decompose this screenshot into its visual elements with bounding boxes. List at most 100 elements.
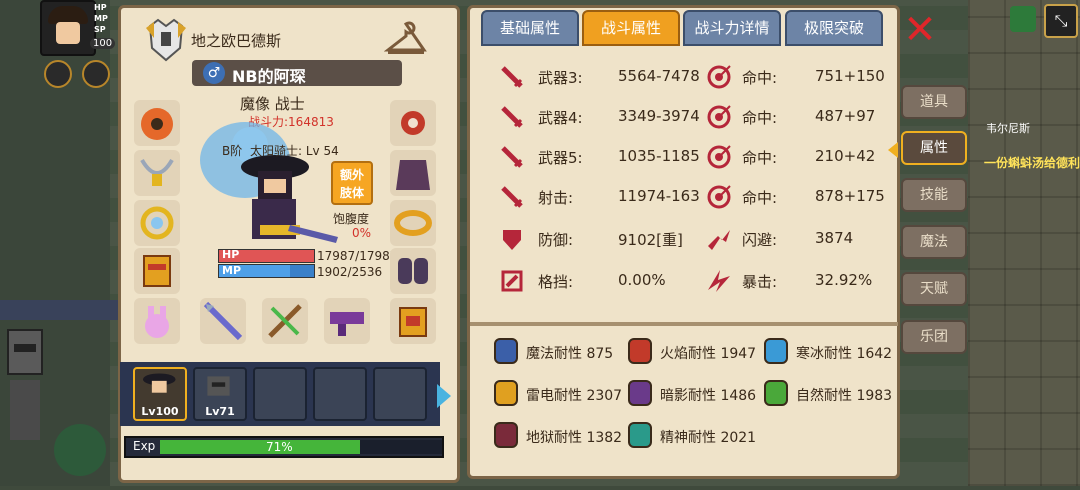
party-next-arrow-icon[interactable] bbox=[437, 384, 451, 408]
equip-slot-belt[interactable] bbox=[390, 200, 436, 246]
gender-male-icon: ♂ bbox=[203, 62, 225, 84]
stat-label: 武器4: bbox=[538, 109, 583, 127]
magic-resist-icon bbox=[494, 338, 518, 364]
extra-limb-label-1: 额外 bbox=[339, 168, 364, 182]
swirl-ring-icon bbox=[140, 206, 174, 240]
equip-slot-necklace[interactable] bbox=[134, 150, 180, 196]
party-slot-1[interactable]: Lv100 bbox=[133, 367, 187, 421]
map-name: 地之欧巴德斯 bbox=[191, 32, 282, 50]
party-slot-2[interactable]: Lv71 bbox=[193, 367, 247, 421]
equip-slot-weapon-1[interactable] bbox=[200, 298, 246, 344]
equip-slot-armor[interactable] bbox=[134, 248, 180, 294]
stat-value: 3349-3974 bbox=[618, 107, 700, 125]
tab-combat-attributes[interactable]: 战斗属性 bbox=[582, 10, 680, 46]
ice-resist-icon bbox=[764, 338, 788, 364]
blue-sword-icon bbox=[203, 301, 243, 341]
close-icon[interactable]: ✕ bbox=[900, 10, 940, 50]
sword-icon bbox=[499, 184, 525, 210]
equip-slot-pet[interactable] bbox=[134, 298, 180, 344]
equip-slot-emblem[interactable] bbox=[390, 100, 436, 146]
stat-value: 3874 bbox=[815, 229, 854, 247]
hud-level: 100 bbox=[90, 38, 116, 49]
game-world-grid bbox=[968, 0, 1080, 486]
stat-value: 0.00% bbox=[618, 271, 666, 289]
hud-hp-label: HP bbox=[94, 3, 107, 12]
hero-portrait-icon bbox=[142, 373, 176, 393]
dark-gloves-icon bbox=[398, 258, 428, 284]
robot-portrait-icon bbox=[207, 376, 230, 396]
character-name: NB的阿琛 bbox=[232, 67, 306, 86]
side-tab-skills[interactable]: 技能 bbox=[901, 178, 967, 212]
hp-value: 17987/17987 bbox=[317, 249, 398, 263]
wardrobe-hanger-icon[interactable] bbox=[384, 20, 428, 60]
side-tab-attributes[interactable]: 属性 bbox=[901, 131, 967, 165]
character-class: 魔像 战士 bbox=[240, 95, 305, 113]
equip-slot-boots[interactable] bbox=[390, 298, 436, 344]
red-emblem-icon bbox=[401, 111, 425, 135]
resist-value: 精神耐性 2021 bbox=[660, 430, 757, 446]
party-slot-3[interactable] bbox=[253, 367, 307, 421]
lightning-resist-icon bbox=[494, 380, 518, 406]
hell-resist-icon bbox=[494, 422, 518, 448]
equip-slot-ring[interactable] bbox=[134, 200, 180, 246]
stat-value: 751+150 bbox=[815, 67, 885, 85]
stat-value: 11974-163 bbox=[618, 187, 700, 205]
stat-label: 命中: bbox=[742, 109, 778, 127]
party-slot-4[interactable] bbox=[313, 367, 367, 421]
block-icon bbox=[499, 268, 525, 294]
stat-value: 32.92% bbox=[815, 271, 873, 289]
side-tab-band[interactable]: 乐团 bbox=[901, 320, 967, 354]
buff-icon[interactable] bbox=[44, 60, 72, 88]
dark-cape-icon bbox=[396, 160, 430, 190]
resist-value: 寒冰耐性 1642 bbox=[796, 346, 893, 362]
shadow-resist-icon bbox=[628, 380, 652, 406]
mp-bar-label: MP bbox=[222, 264, 242, 277]
satiety-value: 0% bbox=[352, 226, 372, 240]
satiety-label: 饱腹度 bbox=[333, 212, 370, 226]
pink-bunny-icon bbox=[145, 306, 169, 338]
gold-belt-icon bbox=[394, 210, 432, 236]
character-sprite bbox=[200, 122, 338, 243]
stat-value: 5564-7478 bbox=[618, 67, 700, 85]
target-icon bbox=[706, 144, 732, 170]
tab-power-details[interactable]: 战斗力详情 bbox=[683, 10, 781, 46]
stat-label: 暴击: bbox=[742, 273, 778, 291]
gold-armor-icon bbox=[143, 255, 171, 287]
stats-divider bbox=[470, 322, 898, 326]
nature-resist-icon bbox=[764, 380, 788, 406]
equip-slot-weapon-2[interactable] bbox=[262, 298, 308, 344]
resist-value: 地狱耐性 1382 bbox=[526, 430, 623, 446]
stat-label: 命中: bbox=[742, 189, 778, 207]
side-tab-talent[interactable]: 天赋 bbox=[901, 272, 967, 306]
player-hud[interactable]: HP MP SP 100 bbox=[0, 0, 120, 60]
equip-slot-helmet[interactable] bbox=[134, 100, 180, 146]
extra-limb-button[interactable]: 额外 肢体 bbox=[331, 161, 373, 205]
hud-sp-label: SP bbox=[94, 25, 106, 34]
exp-bar-fill bbox=[160, 440, 360, 454]
fire-resist-icon bbox=[628, 338, 652, 364]
collapse-icon[interactable]: ⤡ bbox=[1044, 4, 1078, 38]
orange-mask-icon bbox=[141, 108, 173, 140]
resist-value: 魔法耐性 875 bbox=[526, 346, 614, 362]
world-map-icon[interactable] bbox=[1010, 6, 1036, 32]
buff-icon[interactable] bbox=[82, 60, 110, 88]
hud-buff-icons bbox=[44, 60, 110, 88]
equip-slot-cape[interactable] bbox=[390, 150, 436, 196]
tab-basic-attributes[interactable]: 基础属性 bbox=[481, 10, 579, 46]
party-level: Lv71 bbox=[205, 405, 235, 418]
sword-icon bbox=[499, 64, 525, 90]
player-avatar[interactable] bbox=[40, 0, 96, 56]
character-rank: B阶 bbox=[222, 144, 243, 158]
tab-limit-break[interactable]: 极限突破 bbox=[785, 10, 883, 46]
side-tab-magic[interactable]: 魔法 bbox=[901, 225, 967, 259]
party-slot-5[interactable] bbox=[373, 367, 427, 421]
equip-slot-gloves[interactable] bbox=[390, 248, 436, 294]
mp-value: 1902/2536 bbox=[317, 265, 383, 279]
stat-label: 闪避: bbox=[742, 231, 778, 249]
side-tab-items[interactable]: 道具 bbox=[901, 85, 967, 119]
stat-label: 武器3: bbox=[538, 69, 583, 87]
equip-slot-weapon-3[interactable] bbox=[324, 298, 370, 344]
target-icon bbox=[706, 184, 732, 210]
hud-bars: HP MP SP bbox=[94, 2, 118, 35]
world-npc-name: 韦尔尼斯 bbox=[986, 122, 1030, 135]
